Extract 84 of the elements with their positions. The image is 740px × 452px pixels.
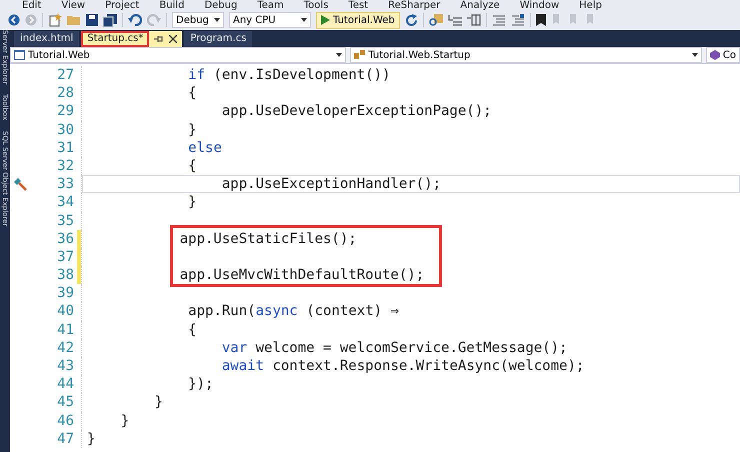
- pin-icon[interactable]: [154, 35, 164, 43]
- file-tab[interactable]: index.html: [14, 31, 80, 47]
- code-text: {: [188, 85, 197, 102]
- code-text: {: [188, 158, 197, 174]
- line-number: 39: [56, 284, 74, 302]
- code-text: app.Run(: [188, 303, 256, 320]
- code-text: {: [188, 322, 197, 338]
- class-icon: [354, 50, 366, 60]
- caret-icon: [692, 53, 698, 57]
- save-all-icon[interactable]: [103, 14, 117, 26]
- menu-item[interactable]: Team: [257, 2, 284, 10]
- line-number: 44: [56, 375, 74, 394]
- line-number: 46: [56, 412, 74, 430]
- code-keyword: else: [188, 140, 222, 156]
- code-keyword: if: [188, 67, 206, 83]
- line-number: 28: [56, 84, 74, 102]
- file-tab[interactable]: Startup.cs*: [81, 31, 150, 47]
- menu-item[interactable]: Help: [579, 2, 602, 10]
- bookmark-icon[interactable]: [536, 14, 546, 26]
- line-number: 30: [56, 120, 74, 139]
- line-number: 47: [56, 430, 74, 448]
- file-tab[interactable]: Program.cs: [184, 31, 252, 47]
- menu-item[interactable]: Test: [348, 2, 368, 10]
- line-number: 41: [56, 320, 74, 339]
- menu-item[interactable]: View: [61, 2, 86, 10]
- columns-icon[interactable]: [466, 14, 481, 26]
- project-dropdown[interactable]: Tutorial.Web: [10, 47, 346, 63]
- run-button[interactable]: Tutorial.Web: [316, 12, 400, 28]
- menu-item[interactable]: Project: [105, 2, 140, 10]
- line-number: 31: [56, 138, 74, 157]
- code-keyword: await: [222, 358, 264, 374]
- code-text: app.UseMvcWithDefaultRoute();: [180, 267, 424, 284]
- save-icon[interactable]: [86, 14, 98, 26]
- code-text: app.UseStaticFiles();: [180, 230, 357, 247]
- hammer-icon[interactable]: [14, 178, 26, 191]
- platform-dropdown[interactable]: Any CPU: [229, 12, 311, 28]
- play-icon: [321, 15, 330, 25]
- new-project-icon[interactable]: [48, 13, 62, 27]
- refresh-icon[interactable]: [404, 14, 418, 26]
- menu-item[interactable]: Tools: [304, 2, 328, 10]
- line-number: 40: [56, 302, 74, 321]
- menu-item[interactable]: Window: [520, 2, 560, 10]
- member-dropdown[interactable]: Co: [706, 47, 740, 63]
- line-number: 35: [56, 212, 74, 230]
- window-icon: [14, 50, 25, 60]
- line-number: 43: [56, 357, 74, 376]
- code-text: context.Response.WriteAsync(welcome);: [272, 358, 584, 374]
- menu-item[interactable]: Debug: [204, 2, 238, 10]
- code-text: }: [120, 412, 130, 429]
- line-number: 33: [56, 175, 74, 194]
- line-number: 36: [56, 230, 74, 248]
- menu-item[interactable]: Edit: [22, 2, 42, 10]
- code-text: }: [188, 122, 197, 138]
- configuration-dropdown[interactable]: Debug: [172, 12, 224, 28]
- line-number: 34: [56, 193, 74, 212]
- caret-icon: [336, 53, 342, 57]
- line-number: 38: [56, 266, 74, 284]
- line-number: 32: [56, 156, 74, 176]
- code-text: }: [154, 394, 163, 410]
- code-text: }: [87, 430, 96, 447]
- code-text: });: [188, 376, 214, 392]
- line-number: 45: [56, 393, 74, 412]
- code-text: app.UseExceptionHandler();: [222, 176, 442, 192]
- back-icon[interactable]: [8, 14, 20, 26]
- line-number: 37: [56, 248, 74, 266]
- undo-icon[interactable]: [128, 14, 142, 26]
- code-keyword: var: [222, 340, 248, 356]
- code-text: (context) ⇒: [306, 303, 399, 320]
- code-text: welcome = welcomService.GetMessage();: [256, 340, 568, 356]
- indent-icon[interactable]: [448, 14, 462, 26]
- code-text: }: [188, 194, 197, 210]
- caret-icon: [301, 18, 307, 22]
- line-number: 42: [56, 338, 74, 358]
- line-number: 29: [56, 102, 74, 121]
- caret-icon: [214, 18, 220, 22]
- menu-item[interactable]: Analyze: [460, 2, 500, 10]
- code-text: (env.IsDevelopment()): [213, 67, 390, 83]
- line-number: 27: [56, 66, 74, 84]
- code-keyword: async: [256, 303, 298, 320]
- menu-item[interactable]: Build: [159, 2, 184, 10]
- close-icon[interactable]: [169, 35, 178, 43]
- type-dropdown[interactable]: Tutorial.Web.Startup: [350, 47, 702, 63]
- code-text: app.UseDeveloperExceptionPage();: [222, 103, 492, 120]
- menu-item[interactable]: ReSharper: [388, 2, 440, 10]
